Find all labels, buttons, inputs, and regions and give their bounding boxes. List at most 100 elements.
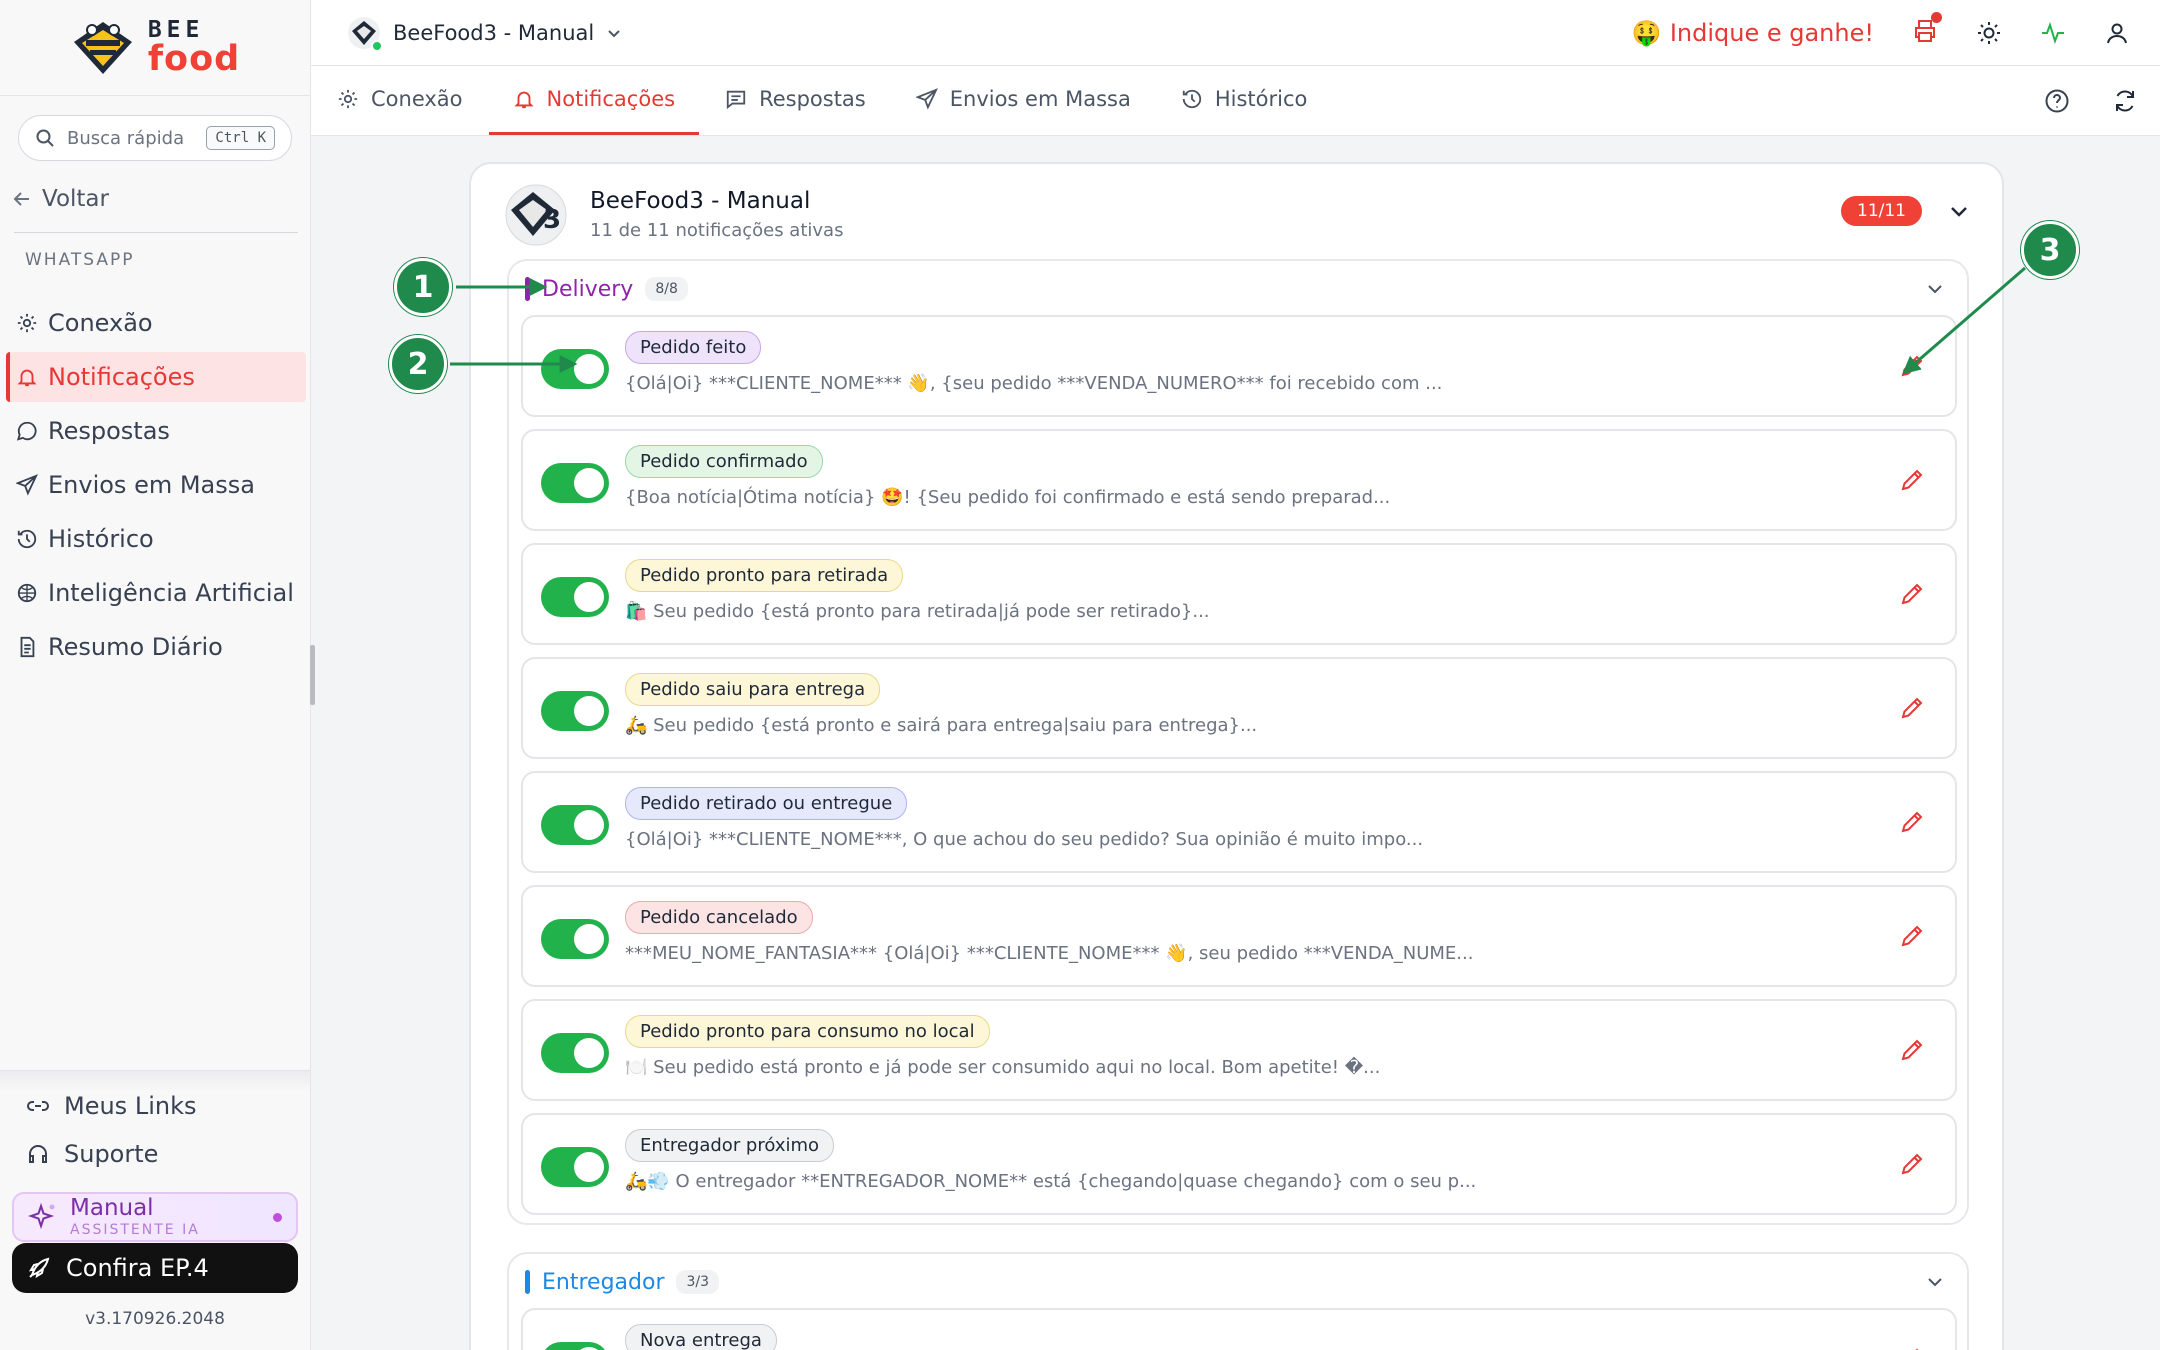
active-count-badge: 11/11	[1841, 196, 1922, 226]
group-entregador: Entregador 3/3 Nova entrega	[507, 1252, 1969, 1350]
group-color-bar	[525, 277, 530, 301]
refresh-icon[interactable]	[2112, 88, 2138, 114]
sidebar-item-label: Inteligência Artificial	[48, 579, 294, 607]
tab-label: Respostas	[759, 87, 866, 111]
sidebar-item-respostas[interactable]: Respostas	[6, 406, 306, 456]
back-link[interactable]: Voltar	[12, 186, 109, 212]
sparkle-icon	[28, 1202, 55, 1230]
tab-respostas[interactable]: Respostas	[701, 66, 890, 135]
tab-envios-em-massa[interactable]: Envios em Massa	[892, 66, 1155, 135]
printer-button[interactable]	[1912, 12, 1942, 48]
logo-text-bottom: food	[147, 38, 241, 79]
notification-row: Pedido feito {Olá|Oi} ***CLIENTE_NOME***…	[521, 315, 1957, 417]
back-label: Voltar	[42, 186, 109, 212]
search-icon	[36, 129, 54, 147]
notification-preview: {Olá|Oi} ***CLIENTE_NOME***, O que achou…	[625, 829, 1424, 850]
tab-notificacoes[interactable]: Notificações	[488, 66, 700, 135]
chevron-down-icon[interactable]	[1948, 200, 1970, 222]
sidebar-item-resumo-diario[interactable]: Resumo Diário	[6, 622, 306, 672]
group-count: 8/8	[645, 277, 688, 301]
chevron-down-icon[interactable]	[1925, 1272, 1945, 1292]
sidebar-item-label: Notificações	[48, 363, 195, 391]
document-icon	[20, 636, 35, 658]
send-icon	[16, 474, 38, 496]
sidebar-item-label: Conexão	[48, 309, 153, 337]
group-count: 3/3	[676, 1270, 720, 1294]
logo[interactable]: BEE food	[0, 0, 310, 96]
ai-assistant-card[interactable]: Manual ASSISTENTE IA	[12, 1192, 298, 1242]
enable-toggle[interactable]	[541, 805, 609, 845]
pencil-icon[interactable]	[1899, 809, 1925, 835]
enable-toggle[interactable]	[541, 577, 609, 617]
sidebar-resize-handle[interactable]	[310, 645, 315, 705]
pencil-icon[interactable]	[1899, 581, 1925, 607]
notification-row: Pedido cancelado ***MEU_NOME_FANTASIA***…	[521, 885, 1957, 987]
bell-icon	[513, 91, 534, 109]
sidebar-nav: Conexão Notificações Respostas Envios em…	[6, 298, 306, 676]
enable-toggle[interactable]	[541, 1033, 609, 1073]
group-header[interactable]: Delivery 8/8	[509, 261, 1967, 317]
user-icon[interactable]	[2104, 20, 2130, 46]
message-icon	[726, 90, 746, 110]
sidebar-item-historico[interactable]: Histórico	[6, 514, 306, 564]
send-icon	[915, 88, 938, 110]
pencil-icon[interactable]	[1899, 695, 1925, 721]
store-name: BeeFood3 - Manual	[393, 20, 595, 45]
enable-toggle[interactable]	[541, 463, 609, 503]
enable-toggle[interactable]	[541, 349, 609, 389]
notification-preview: 🛵 Seu pedido {está pronto e sairá para e…	[625, 715, 1258, 736]
chevron-down-icon[interactable]	[1925, 279, 1945, 299]
top-bar: BeeFood3 - Manual 🤑 Indique e ganhe!	[311, 0, 2160, 66]
history-icon	[17, 529, 37, 549]
enable-toggle[interactable]	[541, 919, 609, 959]
quick-search[interactable]: Busca rápida Ctrl K	[18, 115, 292, 161]
tab-conexao[interactable]: Conexão	[311, 66, 487, 135]
sidebar-divider	[14, 232, 298, 233]
enable-toggle[interactable]	[541, 1342, 609, 1350]
sidebar-item-inteligencia-artificial[interactable]: Inteligência Artificial	[6, 568, 306, 618]
notification-badge	[1931, 12, 1942, 23]
sidebar-item-notificacoes[interactable]: Notificações	[6, 352, 306, 402]
notification-label: Pedido cancelado	[625, 901, 813, 934]
pencil-icon[interactable]	[1899, 353, 1925, 379]
activity-icon[interactable]	[2040, 20, 2066, 46]
notification-label: Pedido feito	[625, 331, 762, 364]
assistant-subtitle: ASSISTENTE IA	[70, 1221, 200, 1238]
notification-label: Pedido confirmado	[625, 445, 823, 478]
promo-button[interactable]: Confira EP.4	[12, 1243, 298, 1293]
panel-header[interactable]: 3 BeeFood3 - Manual 11 de 11 notificaçõe…	[505, 182, 1972, 248]
notification-preview: 🛍️ Seu pedido {está pronto para retirada…	[625, 601, 1210, 622]
sidebar-link-meus-links[interactable]: Meus Links	[26, 1092, 196, 1120]
app-version: v3.170926.2048	[85, 1309, 225, 1329]
notification-row: Pedido pronto para retirada 🛍️ Seu pedid…	[521, 543, 1957, 645]
pencil-icon[interactable]	[1899, 923, 1925, 949]
headset-icon	[29, 1145, 47, 1163]
notification-row: Nova entrega	[521, 1308, 1957, 1350]
group-header[interactable]: Entregador 3/3	[509, 1254, 1967, 1310]
notification-row: Pedido confirmado {Boa notícia|Ótima not…	[521, 429, 1957, 531]
panel-title: BeeFood3 - Manual	[590, 188, 811, 214]
sidebar-link-suporte[interactable]: Suporte	[26, 1140, 158, 1168]
svg-text:3: 3	[543, 205, 561, 235]
pencil-icon[interactable]	[1899, 1346, 1925, 1350]
pencil-icon[interactable]	[1899, 1037, 1925, 1063]
sun-icon[interactable]	[1976, 20, 2002, 46]
store-selector[interactable]: BeeFood3 - Manual	[347, 16, 622, 52]
notification-label: Pedido pronto para consumo no local	[625, 1015, 990, 1048]
pencil-icon[interactable]	[1899, 1151, 1925, 1177]
refer-link[interactable]: 🤑 Indique e ganhe!	[1632, 19, 1874, 47]
enable-toggle[interactable]	[541, 1147, 609, 1187]
sidebar-item-envios-em-massa[interactable]: Envios em Massa	[6, 460, 306, 510]
annotation-marker: 1	[394, 258, 452, 316]
bee-logo-icon	[73, 21, 132, 74]
online-status-dot	[371, 39, 383, 52]
notification-label: Pedido saiu para entrega	[625, 673, 881, 706]
gear-icon	[17, 313, 37, 333]
notification-label: Nova entrega	[625, 1324, 777, 1350]
tab-historico[interactable]: Histórico	[1157, 66, 1332, 135]
pencil-icon[interactable]	[1899, 467, 1925, 493]
help-icon[interactable]	[2044, 88, 2070, 114]
sidebar-item-conexao[interactable]: Conexão	[6, 298, 306, 348]
enable-toggle[interactable]	[541, 691, 609, 731]
annotation-marker: 3	[2021, 221, 2079, 279]
